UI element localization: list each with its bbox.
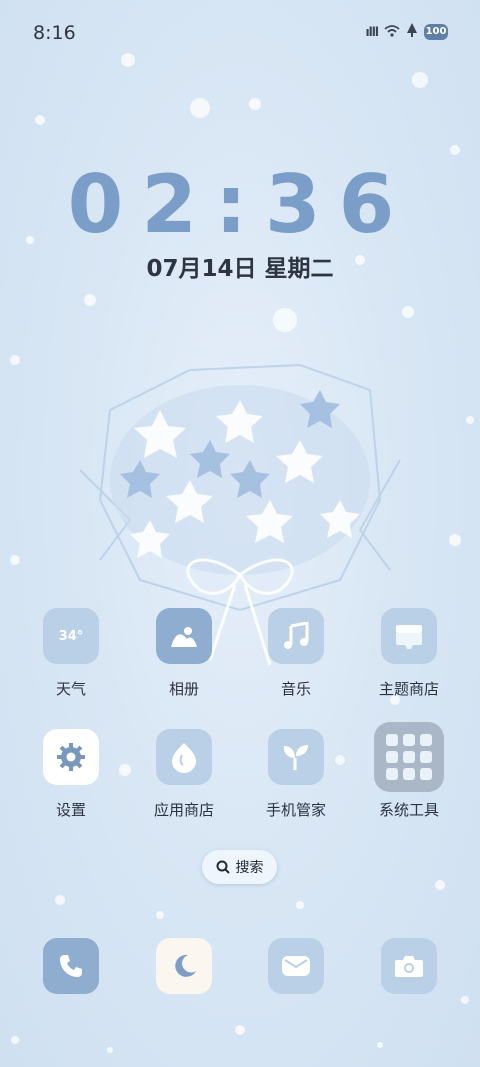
- folder-icon: [374, 722, 444, 792]
- app-label: 系统工具: [378, 801, 439, 819]
- status-icons: ılll 100: [366, 22, 448, 41]
- gallery-icon: [156, 608, 212, 664]
- theme-store-icon: [381, 608, 437, 664]
- clock-widget-time[interactable]: 02:36: [0, 165, 480, 245]
- tree-icon: [406, 22, 418, 41]
- app-music[interactable]: 音乐: [240, 608, 352, 699]
- phone-manager-leaf-icon: [268, 729, 324, 785]
- app-app-store[interactable]: 应用商店: [128, 729, 240, 820]
- signal-icon: ılll: [365, 24, 379, 39]
- search-button[interactable]: 搜索: [202, 850, 277, 884]
- app-phone-manager[interactable]: 手机管家: [240, 729, 352, 820]
- app-settings[interactable]: 设置: [15, 729, 127, 820]
- weather-icon: 34°: [43, 608, 99, 664]
- status-time: 8:16: [33, 22, 76, 44]
- phone-icon: [43, 938, 99, 994]
- search-label: 搜索: [235, 860, 264, 876]
- message-icon: [268, 938, 324, 994]
- dock-camera[interactable]: [353, 938, 465, 994]
- app-label: 手机管家: [265, 801, 326, 819]
- wifi-icon: [384, 22, 400, 41]
- app-label: 设置: [55, 801, 86, 819]
- status-bar: 8:16 ılll 100: [0, 0, 480, 68]
- app-label: 相册: [168, 680, 199, 698]
- app-gallery[interactable]: 相册: [128, 608, 240, 699]
- settings-gear-icon: [43, 729, 99, 785]
- dock-phone[interactable]: [15, 938, 127, 994]
- app-label: 音乐: [280, 680, 311, 698]
- battery-icon: 100: [424, 23, 448, 40]
- app-system-tools-folder[interactable]: 系统工具: [353, 722, 465, 820]
- camera-icon: [381, 938, 437, 994]
- clock-widget-date[interactable]: 07月14日 星期二: [0, 249, 480, 283]
- search-icon: [216, 860, 230, 874]
- app-store-icon: [156, 729, 212, 785]
- app-theme-store[interactable]: 主题商店: [353, 608, 465, 699]
- app-label: 主题商店: [378, 680, 439, 698]
- app-label: 天气: [55, 680, 86, 698]
- dock-moon[interactable]: [128, 938, 240, 994]
- music-icon: [268, 608, 324, 664]
- app-label: 应用商店: [153, 801, 214, 819]
- dock-messages[interactable]: [240, 938, 352, 994]
- moon-icon: [156, 938, 212, 994]
- app-weather[interactable]: 34° 天气: [15, 608, 127, 699]
